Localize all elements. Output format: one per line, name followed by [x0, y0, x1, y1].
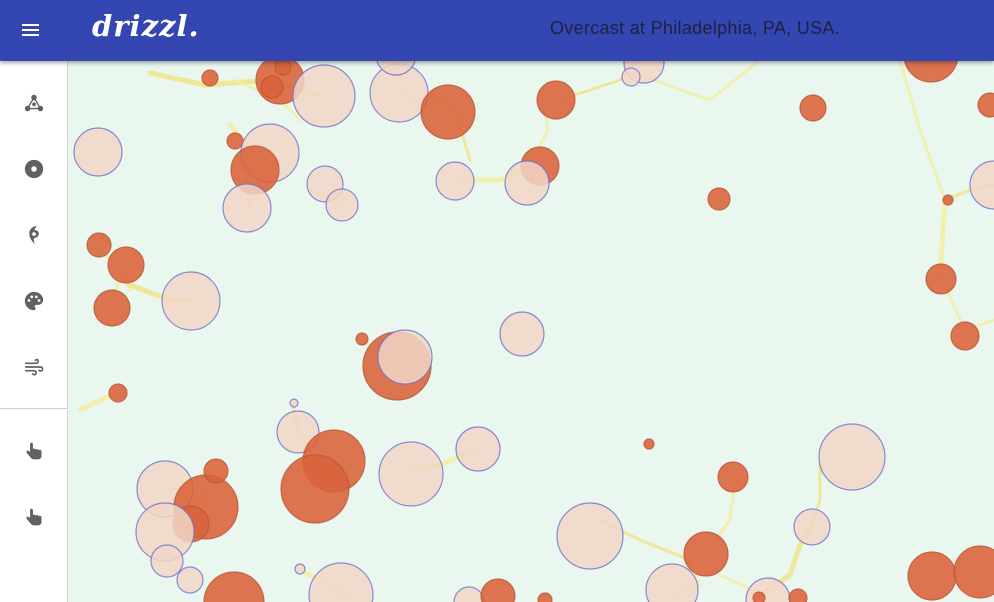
station-bubble[interactable]: [707, 187, 731, 211]
app-logo: drizzl.: [92, 9, 200, 43]
station-bubble[interactable]: [455, 426, 501, 472]
station-bubble[interactable]: [420, 84, 476, 140]
menu-icon: [22, 24, 39, 26]
station-bubble[interactable]: [222, 183, 272, 233]
station-bubble[interactable]: [294, 563, 306, 575]
sidebar-item-palette[interactable]: [0, 268, 67, 334]
station-bubble[interactable]: [788, 588, 808, 602]
sidebar-item-pointer-1[interactable]: [0, 418, 67, 484]
disc-icon: [24, 159, 43, 179]
station-bubble[interactable]: [556, 502, 624, 570]
menu-icon-bar: [22, 34, 39, 36]
pointer-hand-icon: [25, 508, 41, 526]
station-bubble[interactable]: [308, 562, 374, 602]
palette-icon: [24, 291, 43, 311]
station-bubble[interactable]: [93, 289, 131, 327]
sidebar-item-disc[interactable]: [0, 136, 67, 202]
station-bubble[interactable]: [752, 591, 766, 602]
station-bubble[interactable]: [435, 161, 475, 201]
station-bubble[interactable]: [969, 160, 994, 210]
station-bubble-layer[interactable]: [68, 61, 994, 602]
hurricane-icon: [28, 225, 39, 245]
station-bubble[interactable]: [203, 458, 229, 484]
station-bubble[interactable]: [150, 544, 184, 578]
pointer-hand-icon: [25, 442, 41, 460]
sidebar: [0, 61, 68, 602]
station-bubble[interactable]: [480, 578, 516, 602]
cluster-icon: [24, 94, 43, 112]
station-bubble[interactable]: [799, 94, 827, 122]
station-bubble[interactable]: [793, 508, 831, 546]
sidebar-item-cluster[interactable]: [0, 70, 67, 136]
station-bubble[interactable]: [325, 188, 359, 222]
sidebar-item-wind[interactable]: [0, 334, 67, 400]
station-bubble[interactable]: [643, 438, 655, 450]
station-bubble[interactable]: [504, 160, 550, 206]
station-bubble[interactable]: [108, 383, 128, 403]
weather-status-text: Overcast at Philadelphia, PA, USA.: [550, 18, 840, 38]
station-bubble[interactable]: [904, 61, 958, 83]
sidebar-item-pointer-2[interactable]: [0, 484, 67, 550]
station-bubble[interactable]: [274, 61, 292, 76]
station-link-line: [898, 61, 947, 202]
station-bubble[interactable]: [377, 329, 433, 385]
wind-icon: [24, 358, 43, 376]
app-bar: drizzl. Overcast at Philadelphia, PA, US…: [0, 0, 994, 61]
station-bubble[interactable]: [818, 423, 886, 491]
station-bubble[interactable]: [621, 67, 641, 87]
station-bubble[interactable]: [260, 75, 284, 99]
station-bubble[interactable]: [201, 69, 219, 87]
station-bubble[interactable]: [953, 545, 994, 599]
station-bubble[interactable]: [683, 531, 729, 577]
station-bubble[interactable]: [292, 64, 356, 128]
station-bubble[interactable]: [453, 586, 485, 602]
station-bubble[interactable]: [355, 332, 369, 346]
station-bubble[interactable]: [203, 571, 265, 602]
sidebar-divider: [0, 408, 67, 409]
station-bubble[interactable]: [537, 592, 553, 602]
station-bubble[interactable]: [289, 398, 299, 408]
station-bubble[interactable]: [226, 132, 244, 150]
station-bubble[interactable]: [280, 454, 350, 524]
menu-button[interactable]: [18, 17, 44, 43]
station-bubble[interactable]: [907, 551, 957, 601]
station-bubble[interactable]: [378, 441, 444, 507]
station-bubble[interactable]: [107, 246, 145, 284]
station-bubble[interactable]: [942, 194, 954, 206]
station-bubble[interactable]: [950, 321, 980, 351]
station-bubble[interactable]: [86, 232, 112, 258]
station-bubble[interactable]: [73, 127, 123, 177]
station-bubble[interactable]: [977, 92, 994, 118]
weather-map[interactable]: [68, 61, 994, 602]
menu-icon-bar: [22, 29, 39, 31]
sidebar-item-storm[interactable]: [0, 202, 67, 268]
station-bubble[interactable]: [161, 271, 221, 331]
station-bubble[interactable]: [499, 311, 545, 357]
station-bubble[interactable]: [925, 263, 957, 295]
station-bubble[interactable]: [536, 80, 576, 120]
station-bubble[interactable]: [717, 461, 749, 493]
station-bubble[interactable]: [176, 566, 204, 594]
